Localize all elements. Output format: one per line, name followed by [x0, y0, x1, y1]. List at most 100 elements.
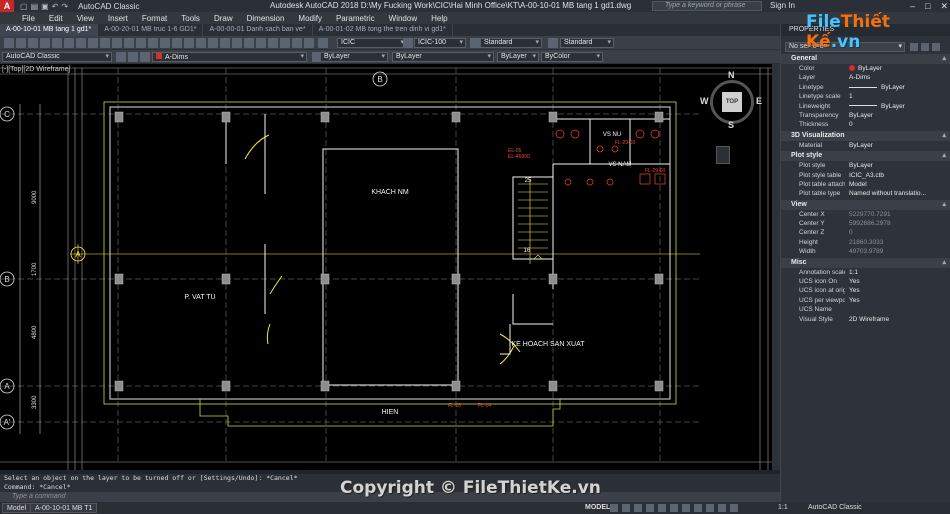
section-header[interactable]: Misc	[781, 257, 950, 268]
property-row[interactable]: Visual Style 2D Wireframe	[781, 315, 950, 324]
toolbar-icon[interactable]	[76, 38, 86, 48]
toolbar-icon[interactable]	[136, 38, 146, 48]
property-row[interactable]: Annotation scale 1:1	[781, 268, 950, 277]
color-select[interactable]: ByLayer	[320, 52, 388, 62]
compass-north[interactable]: N	[728, 70, 735, 80]
dim-style-select[interactable]: ICIC-100	[414, 38, 466, 48]
save-icon[interactable]: ▣	[41, 2, 49, 11]
toolbar-icon[interactable]	[88, 38, 98, 48]
selection-cycle-icon[interactable]	[706, 504, 714, 512]
menu-dimension[interactable]: Dimension	[247, 14, 285, 23]
menu-file[interactable]: File	[22, 14, 35, 23]
property-row[interactable]: Width 49703.9789	[781, 247, 950, 256]
toolbar-icon[interactable]	[112, 38, 122, 48]
menu-parametric[interactable]: Parametric	[336, 14, 375, 23]
toolbar-icon[interactable]	[232, 38, 242, 48]
menu-help[interactable]: Help	[431, 14, 447, 23]
toolbar-icon[interactable]	[64, 38, 74, 48]
menu-tools[interactable]: Tools	[181, 14, 200, 23]
document-tab[interactable]: A-00-01-02 MB tong the tren dinh vi gd1*	[313, 24, 453, 36]
annotation-scale[interactable]: 1:1	[778, 502, 788, 514]
command-input[interactable]: Type a command	[0, 492, 780, 502]
transparency-icon[interactable]	[694, 504, 702, 512]
toolbar-icon[interactable]	[184, 38, 194, 48]
menu-window[interactable]: Window	[389, 14, 417, 23]
property-row[interactable]: Height 21860.3033	[781, 238, 950, 247]
minimize-icon[interactable]: –	[910, 0, 915, 12]
property-row[interactable]: Color ByLayer	[781, 64, 950, 73]
menu-modify[interactable]: Modify	[298, 14, 322, 23]
toolbar-icon[interactable]	[196, 38, 206, 48]
vertical-scrollbar[interactable]	[772, 64, 780, 470]
polar-icon[interactable]	[646, 504, 654, 512]
menu-view[interactable]: View	[77, 14, 94, 23]
ortho-icon[interactable]	[634, 504, 642, 512]
toolbar-icon[interactable]	[172, 38, 182, 48]
osnap-icon[interactable]	[658, 504, 666, 512]
search-input[interactable]: Type a keyword or phrase	[652, 1, 762, 11]
document-tab[interactable]: A-00-10-01 MB tang 1 gd1*	[0, 24, 99, 36]
property-row[interactable]: Material ByLayer	[781, 141, 950, 150]
lineweight-icon[interactable]	[682, 504, 690, 512]
toolbar-icon[interactable]	[40, 38, 50, 48]
autocad-logo-icon[interactable]: A	[0, 0, 14, 12]
toolbar-icon[interactable]	[292, 38, 302, 48]
nav-bar[interactable]	[716, 146, 730, 164]
property-row[interactable]: Plot style table ICIC_A3.ctb	[781, 171, 950, 180]
redo-icon[interactable]: ↷	[61, 2, 68, 11]
layout-tab-sheet[interactable]: A-00-10-01 MB T1	[30, 503, 98, 513]
annotation-visibility-icon[interactable]	[718, 504, 726, 512]
property-row[interactable]: UCS Name	[781, 305, 950, 314]
property-row[interactable]: Linetype scale 1	[781, 92, 950, 101]
viewport-controls-label[interactable]: [-][Top][2D Wireframe]	[2, 66, 70, 73]
toolbar-icon[interactable]	[244, 38, 254, 48]
workspace-switcher[interactable]: AutoCAD Classic	[78, 2, 139, 11]
document-tab[interactable]: A-00-20-01 MB truc 1-6 GD1*	[98, 24, 204, 36]
layout-tab-model[interactable]: Model	[2, 503, 32, 513]
property-row[interactable]: UCS icon On Yes	[781, 277, 950, 286]
document-tab[interactable]: A-00-00-01 Danh sach ban ve*	[203, 24, 313, 36]
menu-insert[interactable]: Insert	[108, 14, 128, 23]
drawing-viewport[interactable]: [-][Top][2D Wireframe] C B A A' B A 9000…	[0, 64, 772, 470]
toolbar-icon[interactable]	[4, 38, 14, 48]
compass-east[interactable]: E	[756, 96, 762, 106]
layer-on-icon[interactable]	[128, 52, 138, 62]
section-header[interactable]: General	[781, 54, 950, 64]
menu-draw[interactable]: Draw	[214, 14, 233, 23]
toolbar-icon[interactable]	[220, 38, 230, 48]
linetype-select[interactable]: ByLayer	[392, 52, 494, 62]
compass-south[interactable]: S	[728, 120, 734, 130]
snap-icon[interactable]	[622, 504, 630, 512]
viewcube[interactable]: TOP N S W E	[700, 70, 764, 134]
toolbar-icon[interactable]	[100, 38, 110, 48]
property-row[interactable]: Plot table type Named without translatio.…	[781, 189, 950, 198]
toolbar-icon[interactable]	[280, 38, 290, 48]
undo-icon[interactable]: ↶	[52, 2, 59, 11]
menu-format[interactable]: Format	[142, 14, 167, 23]
property-row[interactable]: Linetype ByLayer	[781, 83, 950, 92]
toolbar-icon[interactable]	[16, 38, 26, 48]
property-row[interactable]: UCS icon at origin Yes	[781, 286, 950, 295]
toolbar-icon[interactable]	[208, 38, 218, 48]
layer-select[interactable]: A-Dims	[152, 52, 307, 62]
toolbar-icon[interactable]	[124, 38, 134, 48]
section-header[interactable]: 3D Visualization	[781, 130, 950, 141]
viewcube-top[interactable]: TOP	[722, 92, 742, 112]
plotstyle-select[interactable]: ByColor	[541, 52, 603, 62]
workspace-select[interactable]: AutoCAD Classic	[2, 52, 112, 62]
property-row[interactable]: Lineweight ByLayer	[781, 102, 950, 111]
compass-west[interactable]: W	[700, 96, 709, 106]
property-row[interactable]: Plot style ByLayer	[781, 161, 950, 170]
model-space-toggle[interactable]: MODEL	[585, 502, 610, 514]
property-row[interactable]: Plot table attached to Model	[781, 180, 950, 189]
toolbar-icon[interactable]	[52, 38, 62, 48]
property-row[interactable]: Center Z 0	[781, 228, 950, 237]
close-icon[interactable]: ✕	[940, 0, 948, 12]
layer-properties-icon[interactable]	[116, 52, 126, 62]
property-row[interactable]: Layer A-Dims	[781, 73, 950, 82]
auto-scale-icon[interactable]	[730, 504, 738, 512]
layer-freeze-icon[interactable]	[140, 52, 150, 62]
property-row[interactable]: Transparency ByLayer	[781, 111, 950, 120]
lineweight-select[interactable]: ByLayer	[497, 52, 539, 62]
sign-in-link[interactable]: Sign In	[770, 0, 795, 12]
